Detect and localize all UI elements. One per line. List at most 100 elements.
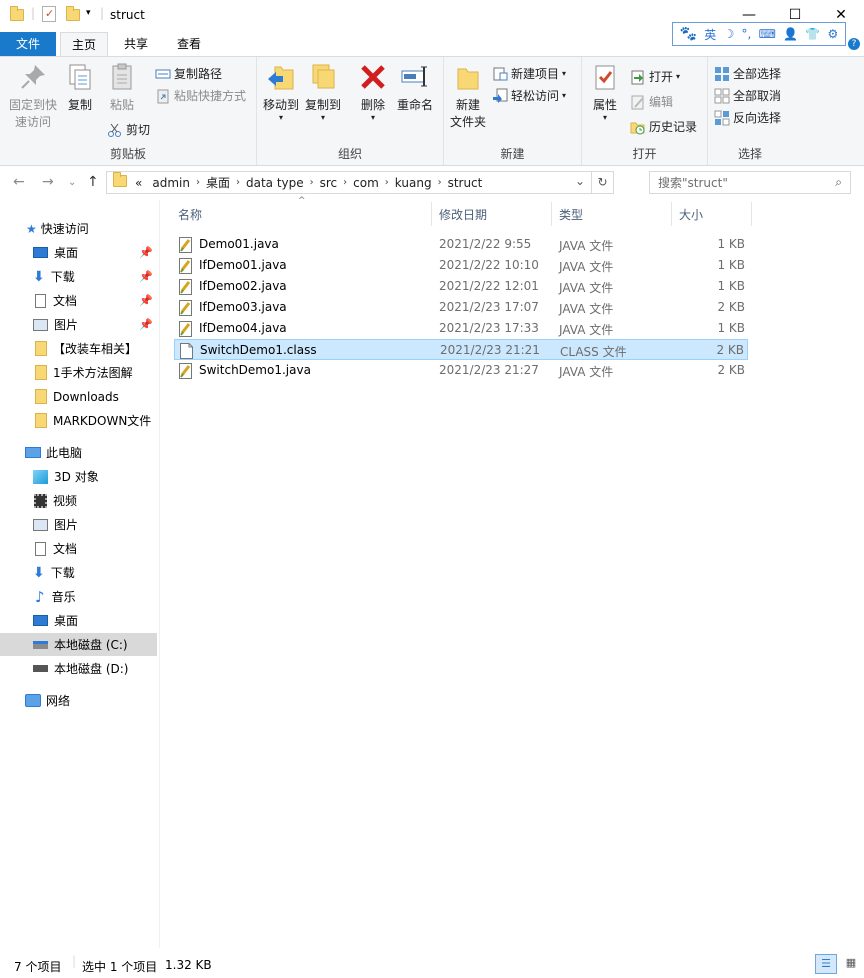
tab-file[interactable]: 文件 — [0, 32, 56, 56]
computer-icon — [25, 447, 41, 458]
cut-button[interactable]: 剪切 — [107, 121, 150, 138]
refresh-icon[interactable]: ↻ — [591, 172, 613, 193]
nav-pc-drive-c-label: 本地磁盘 (C:) — [54, 638, 128, 652]
nav-pc-documents[interactable]: 文档 — [0, 537, 157, 560]
large-icons-view-icon[interactable]: ▦ — [840, 954, 862, 974]
column-header-date[interactable]: 修改日期 — [439, 206, 487, 223]
folder-icon — [35, 413, 47, 428]
breadcrumb-com[interactable]: com — [347, 176, 385, 190]
nav-qa-desktop[interactable]: 桌面 📌 — [0, 241, 157, 264]
column-divider[interactable] — [671, 202, 672, 226]
nav-qa-folder-car[interactable]: 【改装车相关】 — [0, 337, 157, 360]
file-row[interactable]: IfDemo04.java 2021/2/23 17:33 JAVA 文件 1 … — [174, 318, 748, 339]
file-name: SwitchDemo1.class — [200, 343, 317, 357]
nav-quick-access-label: 快速访问 — [40, 222, 89, 236]
dropdown-arrow-icon[interactable]: ▾ — [86, 8, 91, 18]
nav-pc-music[interactable]: ♪ 音乐 — [0, 585, 157, 608]
edit-button[interactable]: 编辑 — [630, 93, 673, 110]
paste-shortcut-button[interactable]: 粘贴快捷方式 — [155, 87, 246, 104]
file-row[interactable]: IfDemo01.java 2021/2/22 10:10 JAVA 文件 1 … — [174, 255, 748, 276]
new-folder-icon[interactable] — [66, 6, 80, 24]
nav-this-pc[interactable]: 此电脑 — [0, 441, 157, 464]
file-row[interactable]: IfDemo03.java 2021/2/23 17:07 JAVA 文件 2 … — [174, 297, 748, 318]
nav-qa-folder-markdown[interactable]: MARKDOWN文件 — [0, 409, 157, 432]
breadcrumb-struct[interactable]: struct — [442, 176, 489, 190]
nav-qa-desktop-label: 桌面 — [54, 246, 79, 260]
nav-network[interactable]: 网络 — [0, 689, 157, 712]
tab-view[interactable]: 查看 — [164, 32, 214, 56]
nav-pc-drive-c[interactable]: 本地磁盘 (C:) — [0, 633, 157, 656]
nav-pc-desktop[interactable]: 桌面 — [0, 609, 157, 632]
delete-button[interactable]: 删除 ▾ — [355, 61, 391, 122]
details-view-icon[interactable]: ☰ — [815, 954, 837, 974]
move-to-button[interactable]: 移动到 ▾ — [261, 61, 301, 122]
nav-pc-drive-d[interactable]: 本地磁盘 (D:) — [0, 657, 157, 680]
nav-qa-folder-surgery[interactable]: 1手术方法图解 — [0, 361, 157, 384]
column-divider[interactable] — [431, 202, 432, 226]
history-button[interactable]: 历史记录 — [630, 118, 697, 135]
java-file-icon — [179, 258, 193, 274]
open-button[interactable]: 打开 ▾ — [630, 68, 680, 85]
nav-quick-access[interactable]: ★ 快速访问 — [0, 217, 157, 240]
new-folder-button[interactable]: 新建 文件夹 — [448, 61, 488, 131]
select-all-button[interactable]: 全部选择 — [714, 65, 781, 82]
column-divider[interactable] — [551, 202, 552, 226]
file-row-selected[interactable]: SwitchDemo1.class 2021/2/23 21:21 CLASS … — [174, 339, 748, 360]
address-dropdown-icon[interactable]: ⌄ — [575, 174, 585, 188]
easy-access-button[interactable]: 轻松访问 ▾ — [492, 87, 566, 104]
invert-selection-icon — [714, 110, 730, 126]
nav-qa-downloads[interactable]: ⬇ 下载 📌 — [0, 265, 157, 288]
breadcrumb-desktop[interactable]: 桌面 — [200, 174, 236, 191]
forward-arrow-icon[interactable]: → — [42, 174, 54, 190]
nav-pc-3d-objects[interactable]: 3D 对象 — [0, 465, 157, 488]
tab-home[interactable]: 主页 — [60, 32, 108, 57]
pinned-icon[interactable]: 📌 — [139, 270, 153, 283]
column-header-name[interactable]: 名称 — [178, 206, 202, 223]
new-item-button[interactable]: 新建项目 ▾ — [492, 65, 566, 82]
column-divider[interactable] — [751, 202, 752, 226]
up-arrow-icon[interactable]: ↑ — [87, 174, 99, 190]
properties-check-icon[interactable]: ✓ — [42, 6, 56, 22]
breadcrumb-overflow[interactable]: « — [131, 176, 146, 190]
column-header-size[interactable]: 大小 — [679, 206, 703, 223]
address-bar[interactable]: « admin › 桌面 › data type › src › com › k… — [106, 171, 614, 194]
copy-to-icon — [307, 61, 339, 93]
nav-qa-documents[interactable]: 文档 📌 — [0, 289, 157, 312]
rename-button[interactable]: 重命名 — [395, 61, 435, 114]
invert-selection-label: 反向选择 — [733, 111, 782, 125]
search-input[interactable]: 搜索"struct" ⌕ — [649, 171, 851, 194]
properties-button[interactable]: 属性 ▾ — [586, 61, 624, 122]
nav-network-label: 网络 — [46, 694, 71, 708]
paste-button[interactable]: 粘贴 — [104, 61, 140, 114]
pinned-icon[interactable]: 📌 — [139, 318, 153, 331]
search-icon[interactable]: ⌕ — [835, 175, 842, 190]
nav-pc-videos[interactable]: 视频 — [0, 489, 157, 512]
copy-button[interactable]: 复制 — [62, 61, 98, 114]
file-type: JAVA 文件 — [559, 365, 614, 379]
breadcrumb-admin[interactable]: admin — [146, 176, 196, 190]
recent-locations-chevron-icon[interactable]: ⌄ — [68, 177, 76, 188]
breadcrumb-kuang[interactable]: kuang — [389, 176, 438, 190]
tab-share[interactable]: 共享 — [112, 32, 160, 56]
file-row[interactable]: IfDemo02.java 2021/2/22 12:01 JAVA 文件 1 … — [174, 276, 748, 297]
invert-selection-button[interactable]: 反向选择 — [714, 109, 781, 126]
column-header-type[interactable]: 类型 — [559, 206, 583, 223]
file-row[interactable]: Demo01.java 2021/2/22 9:55 JAVA 文件 1 KB — [174, 234, 748, 255]
file-row[interactable]: SwitchDemo1.java 2021/2/23 21:27 JAVA 文件… — [174, 360, 748, 381]
select-none-button[interactable]: 全部取消 — [714, 87, 781, 104]
copy-path-button[interactable]: 复制路径 — [155, 65, 222, 82]
nav-pc-downloads[interactable]: ⬇ 下载 — [0, 561, 157, 584]
download-arrow-icon: ⬇ — [33, 564, 45, 581]
nav-pc-pictures[interactable]: 图片 — [0, 513, 157, 536]
pinned-icon[interactable]: 📌 — [139, 294, 153, 307]
nav-qa-folder-downloads[interactable]: Downloads — [0, 385, 157, 408]
copy-to-button[interactable]: 复制到 ▾ — [303, 61, 343, 122]
breadcrumb-src[interactable]: src — [314, 176, 344, 190]
nav-qa-pictures[interactable]: 图片 📌 — [0, 313, 157, 336]
scissors-icon — [107, 122, 123, 138]
paste-shortcut-icon — [155, 88, 171, 104]
pin-quick-access-button[interactable]: 固定到快 速访问 — [6, 61, 60, 131]
back-arrow-icon[interactable]: ← — [13, 174, 25, 190]
breadcrumb-data-type[interactable]: data type — [240, 176, 310, 190]
pinned-icon[interactable]: 📌 — [139, 246, 153, 259]
